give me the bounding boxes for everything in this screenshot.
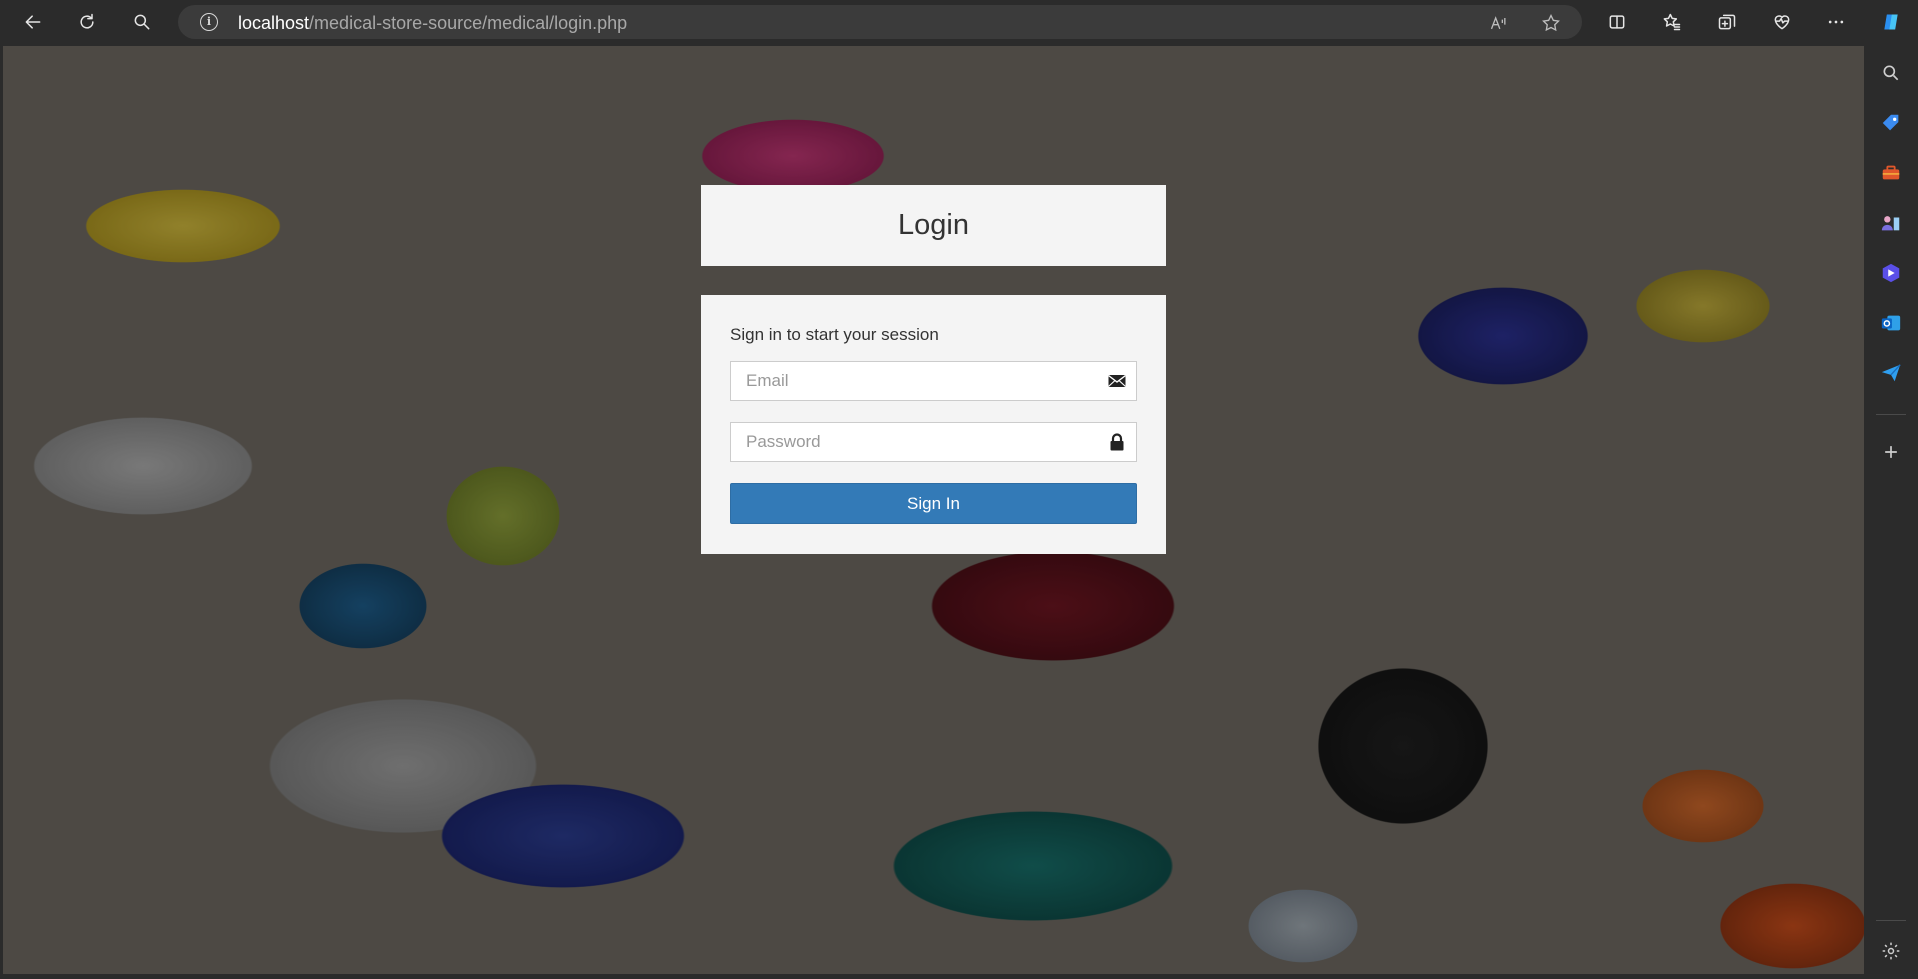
- email-input[interactable]: [731, 362, 1106, 400]
- tools-icon[interactable]: [1877, 159, 1905, 187]
- copilot-app-icon[interactable]: [1877, 259, 1905, 287]
- session-message: Sign in to start your session: [730, 325, 939, 344]
- add-icon[interactable]: [1877, 438, 1905, 466]
- login-title-box: Login: [701, 185, 1166, 266]
- search-icon[interactable]: [126, 6, 158, 38]
- envelope-icon: [1108, 374, 1126, 387]
- search-icon[interactable]: [1877, 59, 1905, 87]
- sidebar-divider: [1876, 414, 1906, 415]
- favorites-icon[interactable]: [1656, 6, 1688, 38]
- outlook-icon[interactable]: [1877, 309, 1905, 337]
- more-icon[interactable]: [1820, 6, 1852, 38]
- read-aloud-icon[interactable]: [1488, 12, 1510, 34]
- copilot-icon[interactable]: [1875, 6, 1907, 38]
- settings-icon[interactable]: [1877, 937, 1905, 965]
- split-screen-icon[interactable]: [1601, 6, 1633, 38]
- lock-icon: [1110, 433, 1124, 451]
- site-info-icon[interactable]: i: [200, 13, 218, 31]
- login-form-box: Sign in to start your session Sign In: [701, 295, 1166, 554]
- sidebar-divider: [1876, 920, 1906, 921]
- page-title: Login: [898, 209, 969, 241]
- url-text[interactable]: localhost/medical-store-source/medical/l…: [238, 13, 627, 34]
- sign-in-button[interactable]: Sign In: [730, 483, 1137, 524]
- password-input[interactable]: [731, 423, 1106, 461]
- games-icon[interactable]: [1877, 209, 1905, 237]
- refresh-icon[interactable]: [71, 6, 103, 38]
- sign-in-label: Sign In: [907, 493, 960, 513]
- collections-icon[interactable]: [1711, 6, 1743, 38]
- send-icon[interactable]: [1877, 359, 1905, 387]
- favorite-star-icon[interactable]: [1540, 12, 1562, 34]
- url-path: /medical-store-source/medical/login.php: [309, 13, 628, 33]
- address-bar[interactable]: i localhost/medical-store-source/medical…: [178, 5, 1582, 39]
- browser-toolbar: i localhost/medical-store-source/medical…: [0, 0, 1918, 44]
- browser-sidebar: [1864, 44, 1918, 979]
- shopping-tag-icon[interactable]: [1877, 109, 1905, 137]
- back-icon[interactable]: [17, 6, 49, 38]
- browser-essentials-icon[interactable]: [1766, 6, 1798, 38]
- url-host: localhost: [238, 13, 310, 33]
- password-field-group: [730, 422, 1137, 462]
- email-field-group: [730, 361, 1137, 401]
